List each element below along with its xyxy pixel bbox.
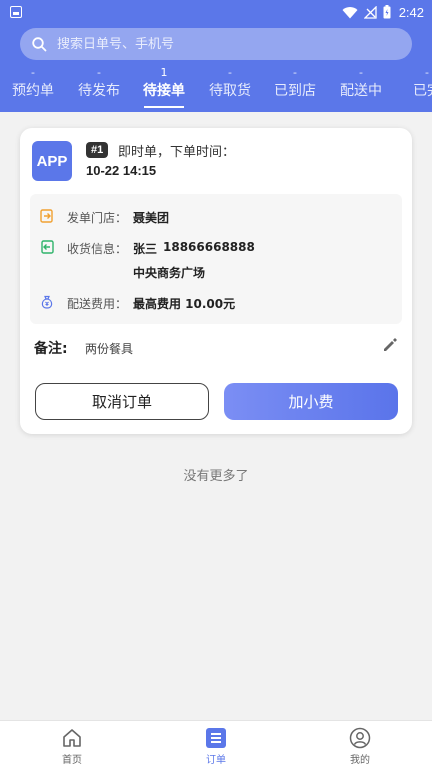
- order-time: 10-22 14:15: [86, 163, 157, 178]
- add-tip-button[interactable]: 加小费: [224, 383, 398, 420]
- nav-home[interactable]: 首页: [32, 727, 112, 767]
- header: 2:42 - 预约单 - 待发布 1 待接单 - 待取货 - 已到店 - 配送中: [0, 0, 432, 112]
- tab-arrived-store[interactable]: - 已到店: [262, 66, 328, 110]
- order-number-badge: #1: [86, 142, 109, 158]
- order-source-badge: APP: [32, 141, 72, 181]
- tab-label: 待取货: [209, 83, 251, 99]
- battery-icon: [383, 5, 391, 19]
- search-icon: [32, 36, 47, 51]
- receiver-phone[interactable]: 18866668888: [163, 240, 255, 254]
- tab-reservation[interactable]: - 预约单: [0, 66, 66, 110]
- store-exit-icon: [40, 209, 53, 223]
- store-value: 聂美团: [133, 211, 170, 225]
- tab-count: -: [359, 66, 363, 79]
- home-icon: [63, 729, 81, 747]
- wifi-icon: [342, 6, 358, 19]
- fee-label: 配送费用：: [67, 297, 128, 311]
- tab-count: -: [293, 66, 297, 79]
- nav-label: 我的: [350, 755, 370, 766]
- nav-profile[interactable]: 我的: [320, 727, 400, 767]
- tab-count: 1: [160, 66, 168, 79]
- tab-delivering[interactable]: - 配送中: [328, 66, 394, 110]
- tab-count: -: [97, 66, 101, 79]
- receiver-enter-icon: [41, 240, 54, 254]
- tab-label: 预约单: [12, 83, 54, 99]
- list-end-text: 没有更多了: [183, 469, 249, 484]
- note-label: 备注:: [34, 341, 68, 357]
- store-label: 发单门店：: [67, 211, 128, 225]
- cancel-order-button[interactable]: 取消订单: [35, 383, 209, 420]
- tab-label: 已到店: [274, 83, 316, 99]
- status-bar: 2:42: [0, 0, 432, 24]
- money-bag-icon: [41, 295, 53, 309]
- profile-icon: [349, 727, 371, 749]
- bottom-nav: 首页 订单 我的: [0, 720, 432, 768]
- order-type-text: 即时单，下单时间：: [118, 145, 236, 160]
- search-input[interactable]: [57, 36, 377, 52]
- order-card[interactable]: APP #1 即时单，下单时间： 10-22 14:15 发单门店： 聂美团 收…: [20, 128, 412, 434]
- receiver-address: 中央商务广场: [133, 266, 206, 280]
- nav-label: 首页: [62, 755, 82, 766]
- nav-label: 订单: [206, 755, 226, 766]
- tab-label: 待发布: [78, 83, 120, 99]
- tab-label: 配送中: [340, 83, 382, 99]
- receiver-label: 收货信息：: [67, 242, 128, 256]
- clock: 2:42: [398, 4, 424, 20]
- gallery-notification-icon: [10, 6, 22, 18]
- no-signal-icon: [363, 5, 377, 19]
- tab-pending-publish[interactable]: - 待发布: [66, 66, 132, 110]
- tab-count: -: [228, 66, 232, 79]
- status-tabs: - 预约单 - 待发布 1 待接单 - 待取货 - 已到店 - 配送中 - 已完: [0, 66, 432, 110]
- nav-orders[interactable]: 订单: [176, 727, 256, 767]
- tab-pending-pickup[interactable]: - 待取货: [197, 66, 263, 110]
- orders-list-icon: [206, 728, 226, 748]
- tab-completed[interactable]: - 已完: [394, 66, 432, 110]
- tab-pending-accept[interactable]: 1 待接单: [131, 66, 197, 110]
- fee-value: 最高费用 10.00元: [133, 297, 236, 311]
- receiver-name: 张三: [133, 242, 158, 256]
- tab-count: -: [31, 66, 35, 79]
- edit-note-icon[interactable]: [382, 337, 398, 353]
- tab-label: 已完: [413, 83, 432, 99]
- note-value: 两份餐具: [85, 342, 134, 356]
- tab-label: 待接单: [143, 83, 185, 99]
- order-info-panel: 发单门店： 聂美团 收货信息： 张三 18866668888 中央商务广场 配送…: [30, 194, 402, 324]
- tab-count: -: [425, 66, 429, 79]
- status-icons: 2:42: [342, 3, 424, 21]
- search-bar[interactable]: [20, 28, 412, 60]
